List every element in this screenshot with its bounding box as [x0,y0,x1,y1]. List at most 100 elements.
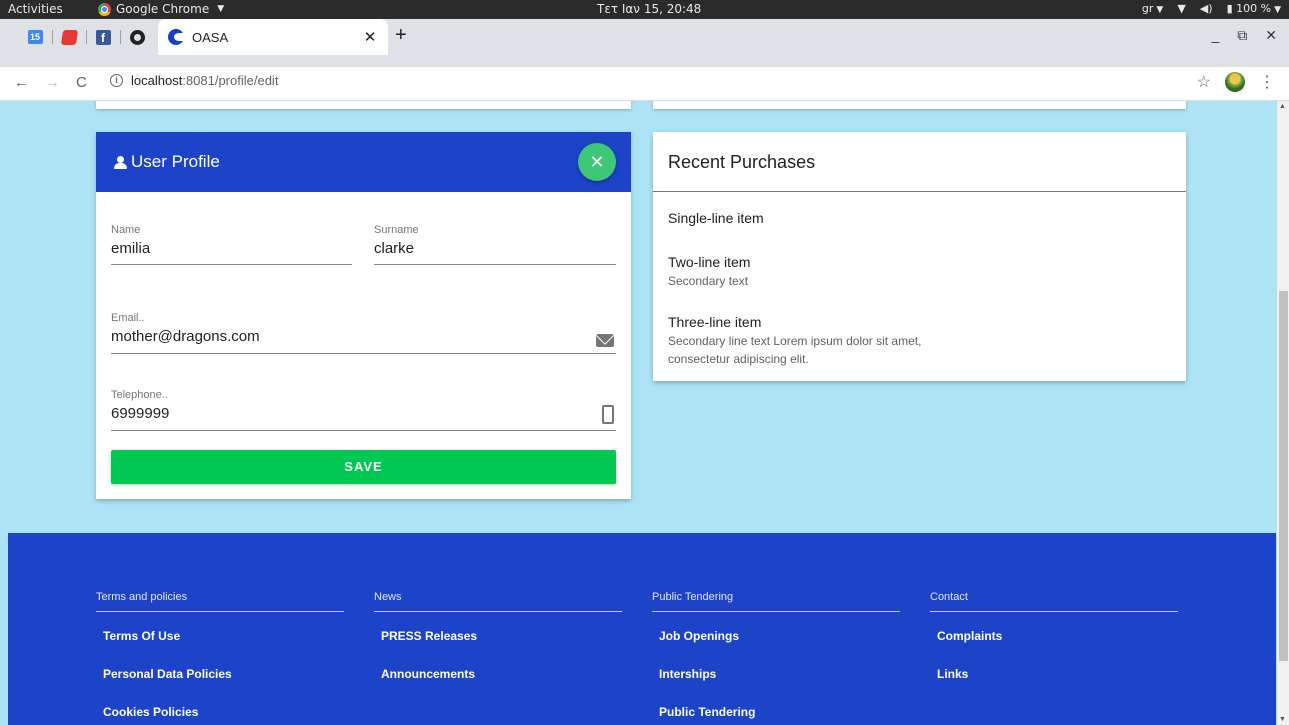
activities-button[interactable]: Activities [8,2,63,16]
keyboard-layout-label: gr [1141,2,1154,15]
nav-buttons: ← → C [14,74,87,91]
name-field[interactable]: Name emilia [111,224,352,265]
footer-link-personal-data[interactable]: Personal Data Policies [96,667,232,681]
user-profile-card: User Profile ✕ Name emilia Surname clark… [96,132,631,499]
wifi-icon: ▼ [1177,2,1186,15]
github-icon [129,29,145,45]
list-item-secondary: Secondary line text Lorem ipsum dolor si… [668,334,922,366]
mail-icon [596,334,614,347]
forward-icon[interactable]: → [45,74,60,91]
menu-kebab-icon[interactable]: ⋮ [1259,72,1275,92]
purchases-title: Recent Purchases [653,132,1186,192]
previous-card-bottom-left [96,101,631,109]
keyboard-layout[interactable]: gr ▼ [1142,2,1163,15]
pinned-tab-calendar[interactable]: 15 [18,19,52,55]
name-input[interactable]: emilia [111,240,352,257]
list-item-primary: Three-line item [668,314,762,330]
facebook-icon: f [95,29,111,45]
page-viewport: User Profile ✕ Name emilia Surname clark… [0,101,1289,725]
tab-strip: 15 f OASA ✕ + _ ⧉ ✕ [0,19,1289,67]
battery-indicator: ▮ 100 % ▼ [1227,2,1281,15]
system-top-bar: Activities Google Chrome ▼ Τετ Ιαν 15, 2… [0,0,1289,19]
volume-icon: ◀) [1199,2,1213,15]
new-tab-button[interactable]: + [395,24,407,47]
battery-icon: ▮ [1226,2,1233,15]
browser-toolbar: ← → C i localhost:8081/profile/edit ☆ ⋮ [0,67,1289,101]
footer-column-tendering: Public Tendering Job Openings Interships… [652,591,900,719]
url-path: :8081/profile/edit [182,73,279,88]
calendar-icon: 15 [27,30,43,44]
list-item[interactable]: Single-line item [668,210,764,226]
footer-link-cookies[interactable]: Cookies Policies [96,705,198,719]
pinned-tab-red-app[interactable] [52,19,86,55]
back-icon[interactable]: ← [14,74,29,91]
caret-down-icon: ▼ [1274,5,1281,15]
chrome-logo-icon [98,2,111,16]
footer-link-public-tendering[interactable]: Public Tendering [652,705,755,719]
footer-link-press-releases[interactable]: PRESS Releases [374,629,477,643]
restore-button[interactable]: ⧉ [1237,27,1247,44]
profile-header: User Profile ✕ [96,132,631,192]
save-button[interactable]: SAVE [111,450,616,484]
footer-link-interships[interactable]: Interships [652,667,716,681]
oasa-icon [168,29,184,45]
footer-heading: News [374,591,622,612]
footer-column-terms: Terms and policies Terms Of Use Personal… [96,591,344,719]
address-bar[interactable]: i localhost:8081/profile/edit [110,73,278,88]
list-item[interactable]: Two-line item Secondary text [668,254,968,290]
footer-heading: Terms and policies [96,591,344,612]
surname-label: Surname [374,224,419,236]
pinned-tab-facebook[interactable]: f [86,19,120,55]
page-scrollbar[interactable]: ▲ ▼ [1277,101,1289,725]
previous-card-bottom-right [653,101,1186,109]
reload-icon[interactable]: C [76,74,87,91]
surname-field[interactable]: Surname clarke [374,224,616,265]
footer-link-job-openings[interactable]: Job Openings [652,629,739,643]
footer-link-announcements[interactable]: Announcements [374,667,475,681]
profile-avatar[interactable] [1225,72,1245,92]
recent-purchases-card: Recent Purchases Single-line item Two-li… [653,132,1186,381]
caret-down-icon: ▼ [217,4,225,14]
red-app-icon [60,29,78,45]
footer-link-complaints[interactable]: Complaints [930,629,1002,643]
footer-heading: Public Tendering [652,591,900,612]
scroll-up-icon[interactable]: ▲ [1279,103,1286,110]
profile-title: User Profile [131,152,220,171]
close-edit-button[interactable]: ✕ [578,143,616,181]
system-tray[interactable]: gr ▼ ▼ ◀) ▮ 100 % ▼ [1142,2,1281,15]
app-menu-label: Google Chrome [116,2,210,16]
site-footer: Terms and policies Terms Of Use Personal… [8,533,1276,725]
email-field[interactable]: Email.. mother@dragons.com [111,312,616,354]
clock[interactable]: Τετ Ιαν 15, 20:48 [597,2,701,16]
email-input[interactable]: mother@dragons.com [111,328,616,345]
info-icon[interactable]: i [110,74,123,87]
footer-column-contact: Contact Complaints Links [930,591,1178,681]
list-item-primary: Two-line item [668,254,751,270]
footer-link-terms-of-use[interactable]: Terms Of Use [96,629,180,643]
toolbar-actions: ☆ ⋮ [1197,72,1275,92]
tab-oasa[interactable]: OASA ✕ [158,19,388,55]
telephone-field[interactable]: Telephone.. 6999999 [111,389,616,431]
tab-title: OASA [192,29,229,45]
bookmark-star-icon[interactable]: ☆ [1197,72,1211,92]
name-label: Name [111,224,141,236]
close-icon: ✕ [589,152,605,172]
list-item[interactable]: Three-line item Secondary line text Lore… [668,314,968,368]
surname-input[interactable]: clarke [374,240,616,257]
close-window-button[interactable]: ✕ [1265,27,1277,44]
list-item-primary: Single-line item [668,210,764,226]
close-tab-icon[interactable]: ✕ [362,28,378,46]
footer-link-links[interactable]: Links [930,667,968,681]
list-item-secondary: Secondary text [668,274,749,288]
url-host: localhost [131,73,183,88]
person-icon [114,155,127,169]
app-menu[interactable]: Google Chrome ▼ [98,2,224,16]
scroll-down-icon[interactable]: ▼ [1279,716,1286,723]
footer-heading: Contact [930,591,1178,612]
scrollbar-thumb[interactable] [1279,291,1288,661]
window-controls: _ ⧉ ✕ [1211,27,1277,44]
minimize-button[interactable]: _ [1211,27,1219,44]
pinned-tabs: 15 f [18,19,154,55]
telephone-input[interactable]: 6999999 [111,405,616,422]
pinned-tab-github[interactable] [120,19,154,55]
